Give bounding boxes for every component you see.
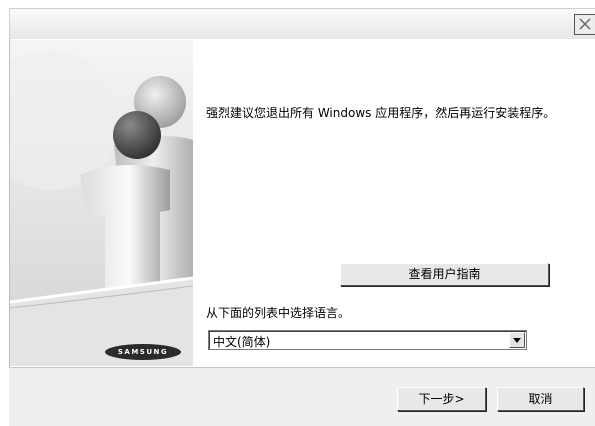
samsung-logo: SAMSUNG bbox=[105, 344, 181, 360]
language-select[interactable]: 中文(简体) bbox=[208, 330, 527, 350]
installer-window: SAMSUNG 强烈建议您退出所有 Windows 应用程序，然后再运行安装程序… bbox=[0, 0, 595, 426]
close-icon bbox=[579, 18, 591, 30]
close-apps-message: 强烈建议您退出所有 Windows 应用程序，然后再运行安装程序。 bbox=[206, 106, 556, 120]
chevron-down-icon bbox=[513, 338, 521, 343]
side-illustration bbox=[10, 40, 193, 366]
next-button[interactable]: 下一步> bbox=[397, 387, 486, 411]
dropdown-button[interactable] bbox=[509, 332, 525, 348]
view-user-guide-button[interactable]: 查看用户指南 bbox=[340, 263, 549, 286]
language-label: 从下面的列表中选择语言。 bbox=[206, 306, 351, 320]
language-selected-value: 中文(简体) bbox=[213, 335, 271, 349]
people-illustration bbox=[10, 40, 193, 366]
close-button[interactable] bbox=[574, 14, 595, 35]
title-bar bbox=[9, 8, 595, 39]
cancel-button[interactable]: 取消 bbox=[497, 387, 584, 411]
